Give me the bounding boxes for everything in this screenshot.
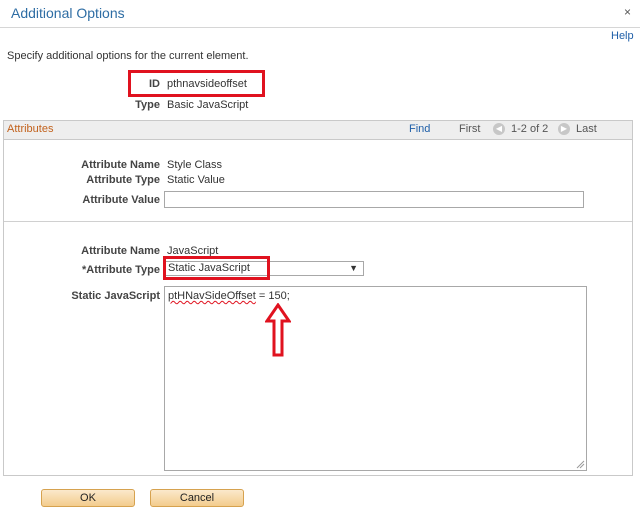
first-link[interactable]: First <box>459 123 480 135</box>
resize-grip-icon[interactable] <box>576 460 585 469</box>
find-link[interactable]: Find <box>409 123 430 135</box>
attr-name-value-1: Style Class <box>167 159 223 171</box>
last-link[interactable]: Last <box>576 123 597 135</box>
script-rest: = 150; <box>255 290 290 302</box>
type-highlight-box <box>163 256 270 280</box>
id-value: pthnavsideoffset <box>167 78 247 90</box>
close-icon[interactable]: × <box>624 5 631 19</box>
type-label: Type <box>135 99 160 111</box>
help-link[interactable]: Help <box>611 30 634 42</box>
ok-button[interactable]: OK <box>41 489 135 507</box>
attr-type-label-1: Attribute Type <box>86 174 160 186</box>
nav-next-icon[interactable]: ▶ <box>558 123 570 135</box>
script-token: ptHNavSideOffset <box>168 290 256 302</box>
row-divider <box>4 221 632 222</box>
row-range: 1-2 of 2 <box>511 123 549 135</box>
type-value: Basic JavaScript <box>167 99 249 111</box>
attr-name-label-1: Attribute Name <box>81 159 160 171</box>
attributes-panel-title: Attributes <box>7 123 54 135</box>
annotation-up-arrow-icon <box>265 303 291 357</box>
attr-type-value-1: Static Value <box>167 174 225 186</box>
nav-prev-icon[interactable]: ◀ <box>493 123 505 135</box>
attr-value-label: Attribute Value <box>82 194 160 206</box>
attr-name-label-2: Attribute Name <box>81 245 160 257</box>
dropdown-arrow-icon: ▼ <box>349 263 358 273</box>
attribute-value-input[interactable] <box>164 191 584 208</box>
attr-type-label-2: *Attribute Type <box>81 264 160 276</box>
cancel-button[interactable]: Cancel <box>150 489 244 507</box>
static-javascript-textarea[interactable]: ptHNavSideOffset = 150; <box>164 286 587 471</box>
intro-text: Specify additional options for the curre… <box>7 50 249 62</box>
static-js-label: Static JavaScript <box>71 290 160 302</box>
dialog-title: Additional Options <box>11 5 125 21</box>
id-label: ID <box>149 78 160 90</box>
